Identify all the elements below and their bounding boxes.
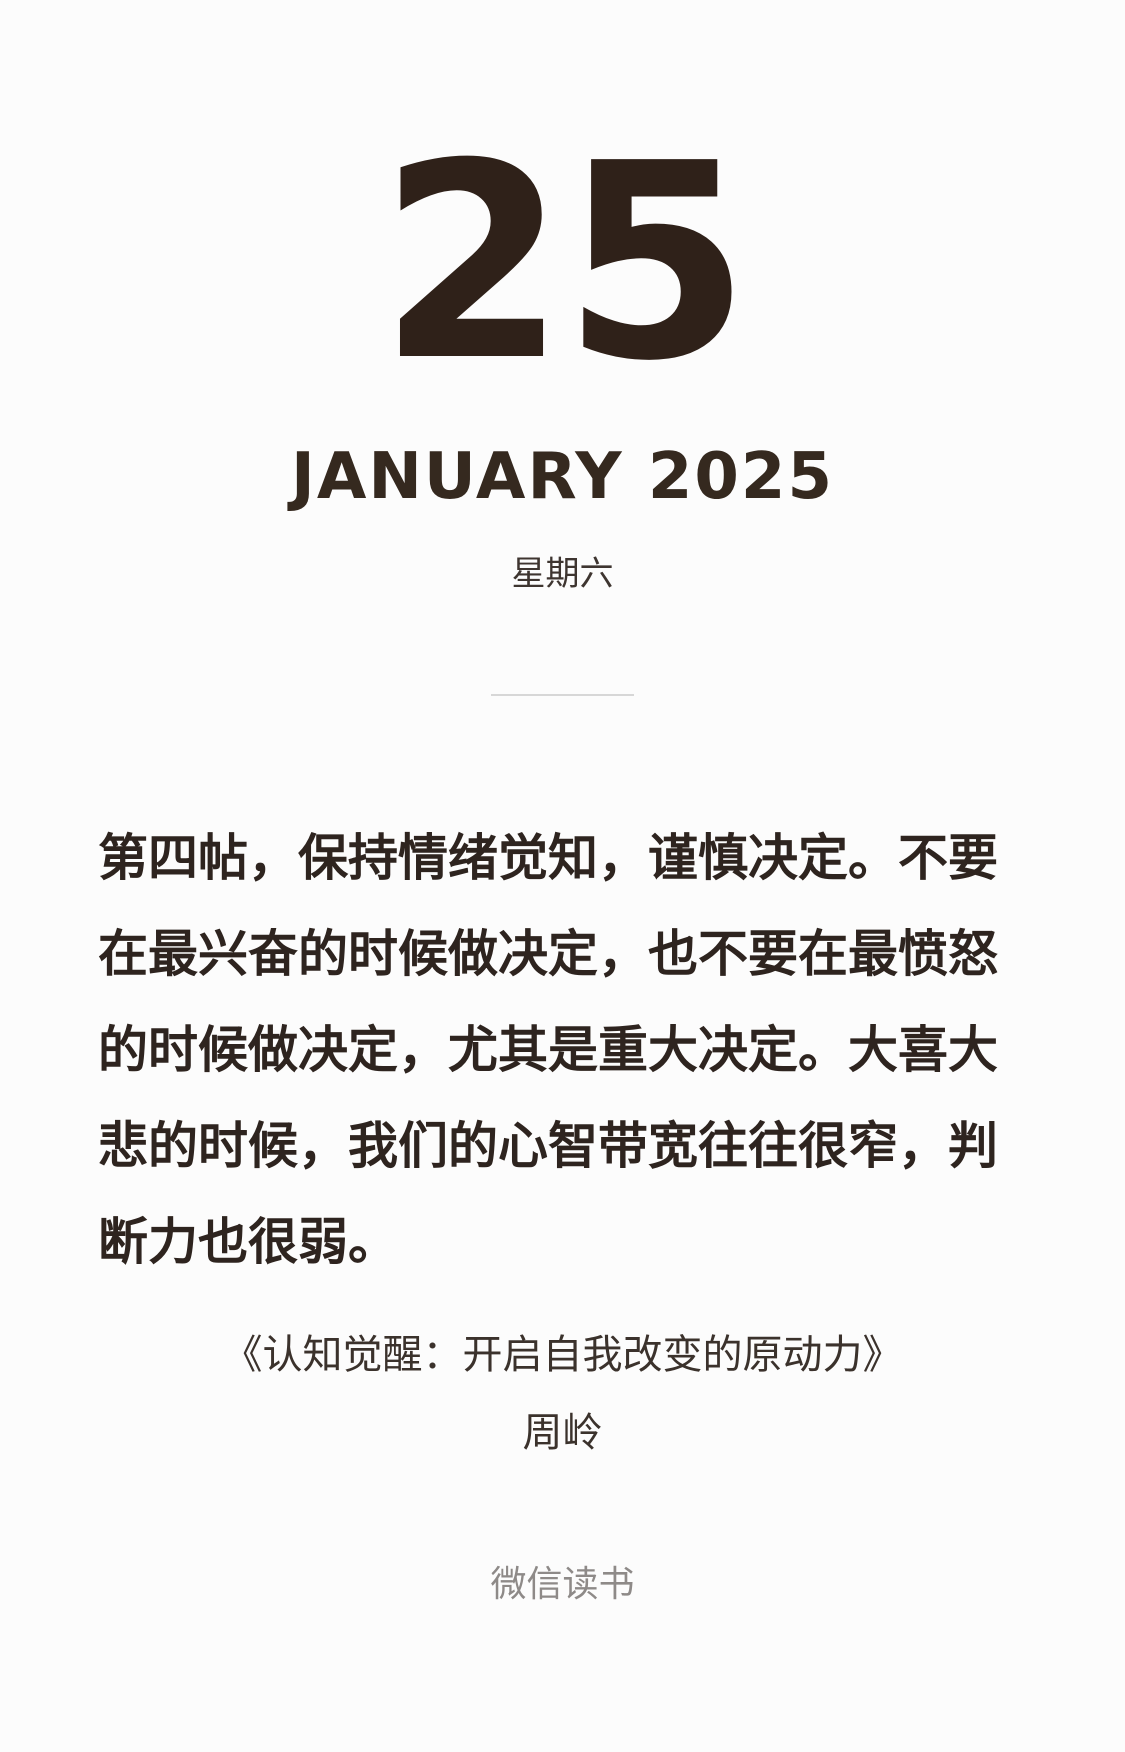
source-label: 微信读书 [490,1563,635,1604]
quote-line: 的时候做决定，尤其是重大决定。大喜大 [98,1022,998,1078]
quote-text: 第四帖，保持情绪觉知，谨慎决定。不要 在最兴奋的时候做决定，也不要在最愤怒 的时… [98,810,1028,1290]
quote-line: 悲的时候，我们的心智带宽往往很窄，判 [98,1118,998,1174]
quote-line: 断力也很弱。 [98,1214,398,1270]
divider-line [491,694,634,696]
daily-quote-card: 25 JANUARY 2025 星期六 第四帖，保持情绪觉知，谨慎决定。不要 在… [0,0,1125,1752]
book-title: 《认知觉醒：开启自我改变的原动力》 [222,1333,903,1377]
month-year: JANUARY 2025 [291,440,834,514]
quote-line: 第四帖，保持情绪觉知，谨慎决定。不要 [98,830,998,886]
day-number: 25 [378,105,751,420]
weekday: 星期六 [511,555,614,593]
quote-line: 在最兴奋的时候做决定，也不要在最愤怒 [98,926,998,982]
book-author: 周岭 [522,1411,603,1455]
